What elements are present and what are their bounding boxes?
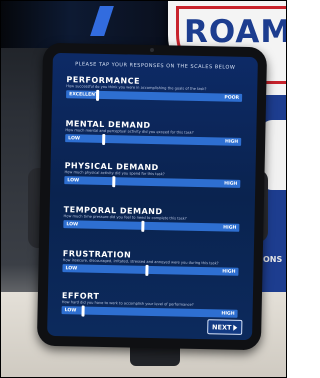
photo-frame (0, 0, 287, 378)
photo-scene: ROAM ONS PLEASE TAP YOUR RESPONSES ON TH… (0, 0, 287, 378)
